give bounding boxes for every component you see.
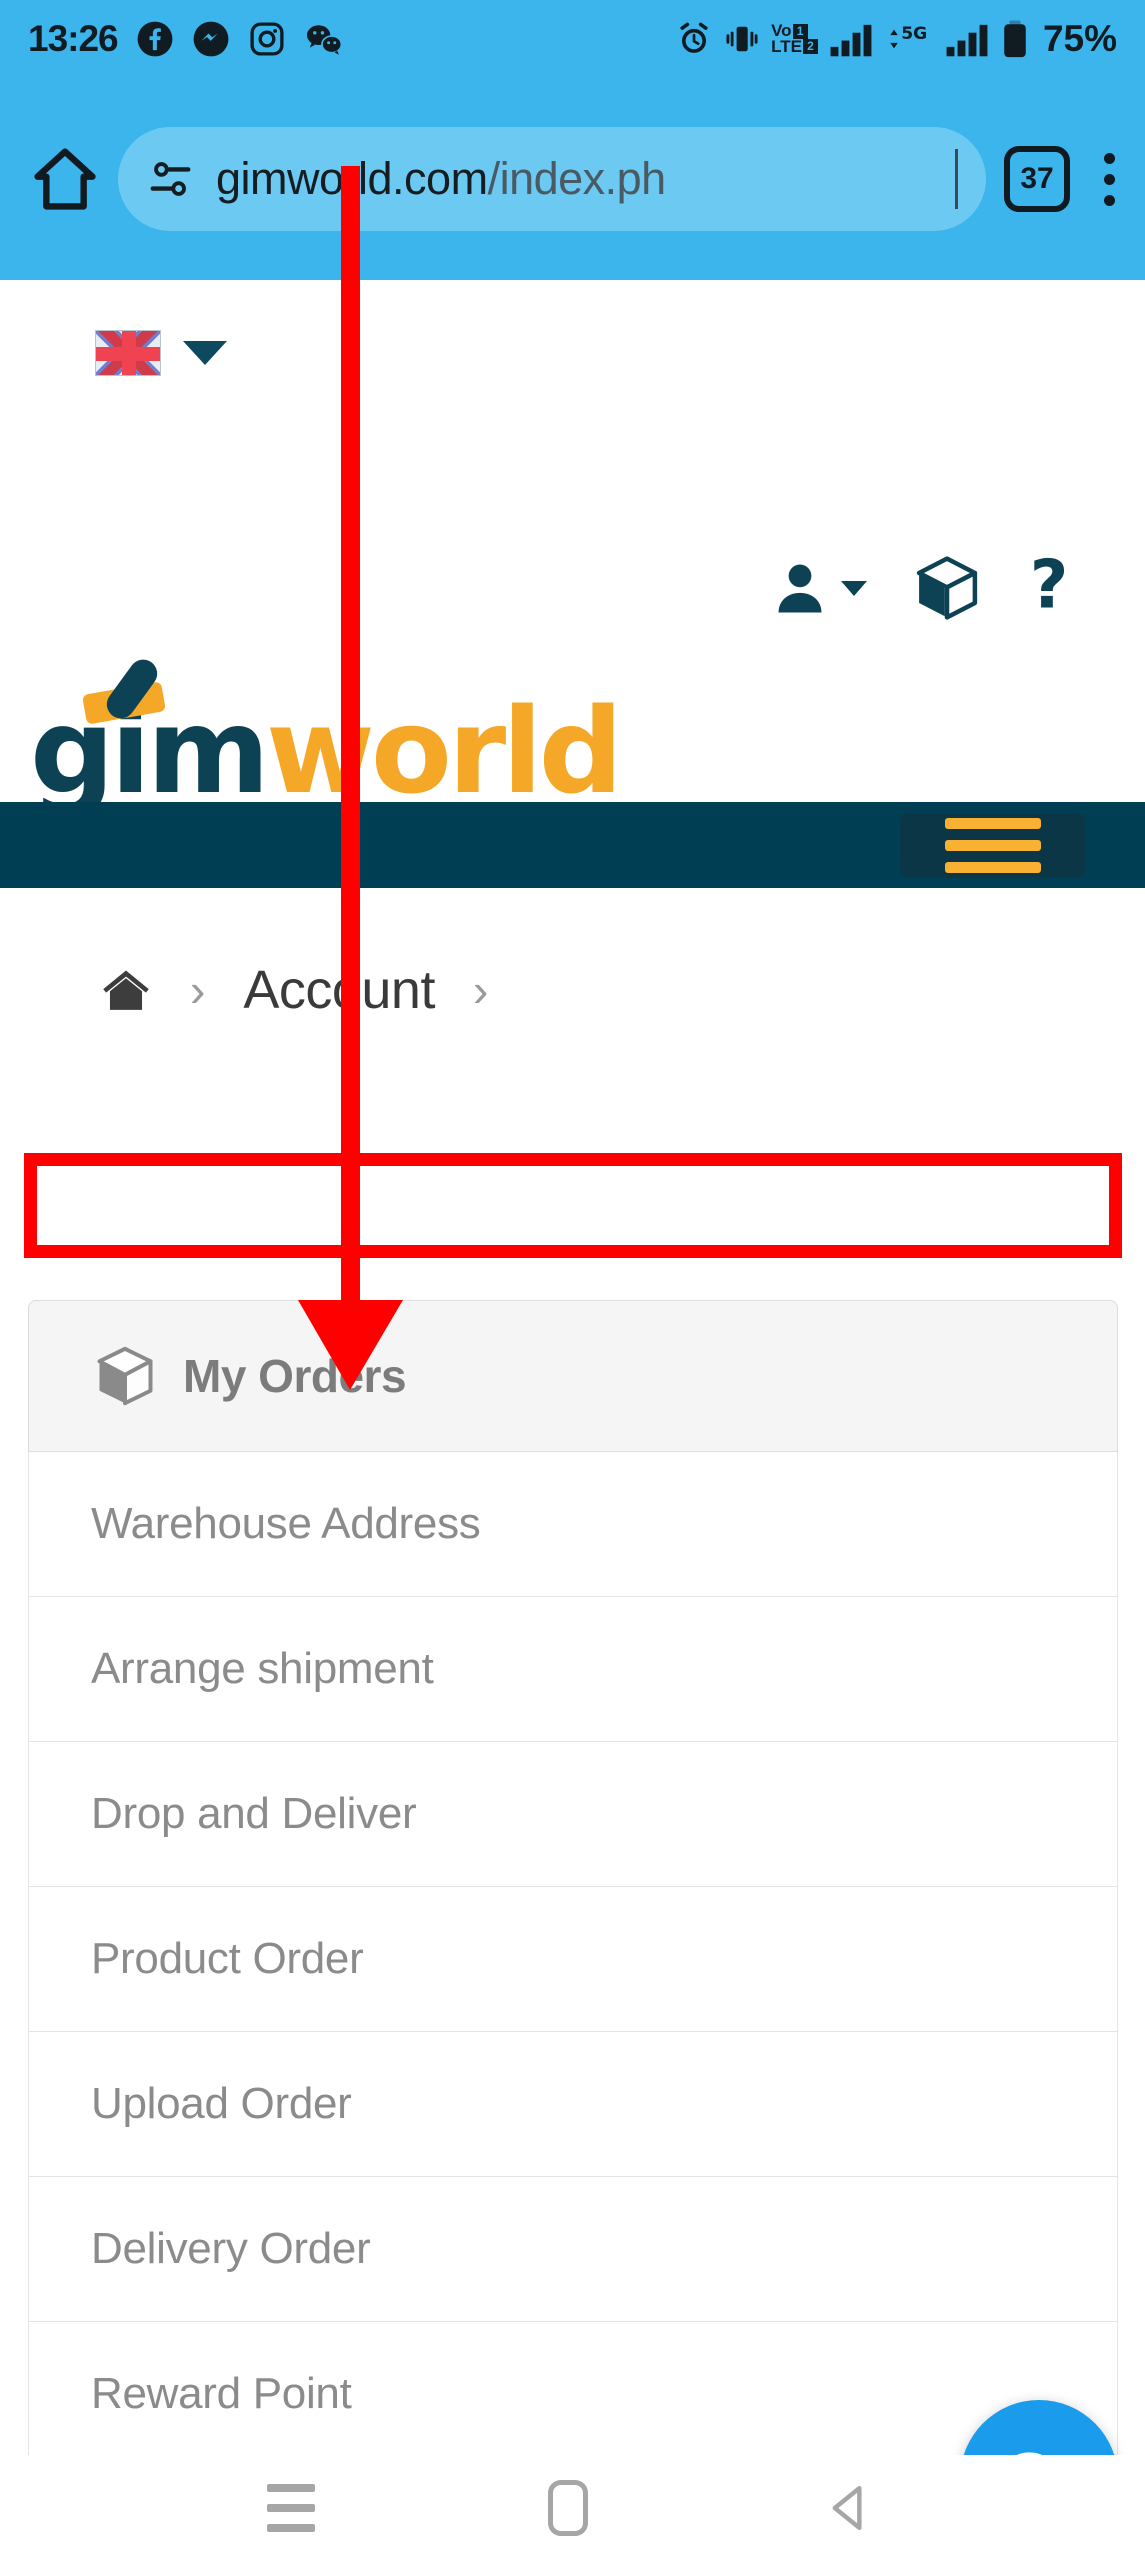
url-text[interactable]: gimworld.com/index.ph [216, 153, 666, 205]
language-selector[interactable] [95, 330, 227, 376]
site-navbar [0, 802, 1145, 888]
breadcrumb: › Account › [0, 910, 1145, 1070]
list-item-label: Delivery Order [91, 2224, 371, 2273]
chevron-down-icon[interactable] [183, 341, 227, 365]
messenger-icon [192, 20, 230, 58]
list-item[interactable]: Warehouse Address [29, 1452, 1117, 1597]
list-item[interactable]: Upload Order [29, 2032, 1117, 2177]
list-item[interactable]: Arrange shipment [29, 1597, 1117, 1742]
list-item-label: Upload Order [91, 2079, 352, 2128]
chevron-down-icon[interactable] [841, 580, 867, 596]
status-bar-right: Vo 1 LTE 2 5G 75% [675, 18, 1117, 60]
user-icon [778, 564, 822, 613]
list-item-label: Warehouse Address [91, 1499, 481, 1548]
list-item-label: Arrange shipment [91, 1644, 434, 1693]
home-square-icon[interactable] [548, 2479, 589, 2536]
android-navigation-bar [0, 2455, 1145, 2560]
home-icon[interactable] [30, 144, 100, 214]
wechat-icon [304, 20, 344, 58]
uk-flag-icon [95, 330, 161, 376]
5g-icon: 5G [884, 20, 934, 58]
volte-bottom-label: LTE [771, 37, 802, 56]
header-utility-icons: ? [769, 552, 1077, 624]
logo-text-world: world [265, 682, 623, 820]
box-icon [97, 1346, 153, 1406]
box-icon [916, 556, 978, 620]
list-item[interactable]: Delivery Order [29, 2177, 1117, 2322]
help-button[interactable]: ? [1027, 554, 1077, 622]
phone-screenshot: 13:26 Vo 1 LTE 2 5G 75% gimworld.com/ind… [0, 0, 1145, 2560]
volte-dual-sim-icon: Vo 1 LTE 2 [771, 23, 818, 56]
webpage-content: ? gimworld › Account › My Orders Warehou… [0, 280, 1145, 2560]
hamburger-icon[interactable] [900, 813, 1085, 877]
tab-counter[interactable]: 37 [1004, 146, 1070, 212]
sim2-badge: 2 [802, 39, 818, 55]
panel-title: My Orders [183, 1350, 407, 1402]
list-item[interactable]: Reward Point [29, 2322, 1117, 2467]
site-logo[interactable]: gimworld [30, 654, 623, 810]
account-panel: My Orders Warehouse Address Arrange ship… [28, 1300, 1118, 2560]
facebook-icon [136, 20, 174, 58]
svg-text:?: ? [1030, 554, 1069, 622]
recents-icon[interactable] [266, 2483, 315, 2532]
url-path: /index.ph [487, 153, 667, 204]
signal-bars-icon [829, 20, 873, 58]
account-menu-list: Warehouse Address Arrange shipment Drop … [28, 1452, 1118, 2560]
svg-text:5G: 5G [901, 24, 927, 44]
tune-icon[interactable] [148, 156, 194, 202]
signal-bars-2-icon [945, 20, 989, 58]
back-triangle-icon[interactable] [822, 2480, 878, 2536]
breadcrumb-current: Account [243, 960, 435, 1020]
url-domain: gimworld.com [216, 153, 488, 204]
home-icon[interactable] [100, 964, 152, 1016]
browser-toolbar: gimworld.com/index.ph 37 [0, 78, 1145, 280]
parcel-tracking-button[interactable] [911, 552, 983, 624]
list-item-label: Reward Point [91, 2369, 352, 2418]
alarm-icon [675, 20, 713, 58]
instagram-icon [248, 20, 286, 58]
url-caret [955, 149, 958, 209]
status-bar-clock: 13:26 [28, 18, 119, 59]
battery-percent: 75% [1042, 18, 1117, 59]
list-item[interactable]: Product Order [29, 1887, 1117, 2032]
list-item-label: Drop and Deliver [91, 1789, 417, 1838]
panel-header: My Orders [28, 1300, 1118, 1452]
breadcrumb-separator: › [190, 964, 206, 1016]
status-bar-left: 13:26 [28, 18, 344, 60]
vibrate-icon [724, 20, 760, 58]
kebab-menu-icon[interactable] [1104, 152, 1115, 206]
breadcrumb-separator-trailing: › [472, 964, 489, 1016]
battery-icon [1000, 19, 1030, 59]
list-item-label: Product Order [91, 1934, 364, 1983]
list-item[interactable]: Drop and Deliver [29, 1742, 1117, 1887]
question-mark-icon: ? [1030, 554, 1069, 622]
status-bar: 13:26 Vo 1 LTE 2 5G 75% [0, 0, 1145, 78]
account-menu[interactable] [769, 557, 867, 619]
address-bar[interactable]: gimworld.com/index.ph [118, 127, 986, 231]
